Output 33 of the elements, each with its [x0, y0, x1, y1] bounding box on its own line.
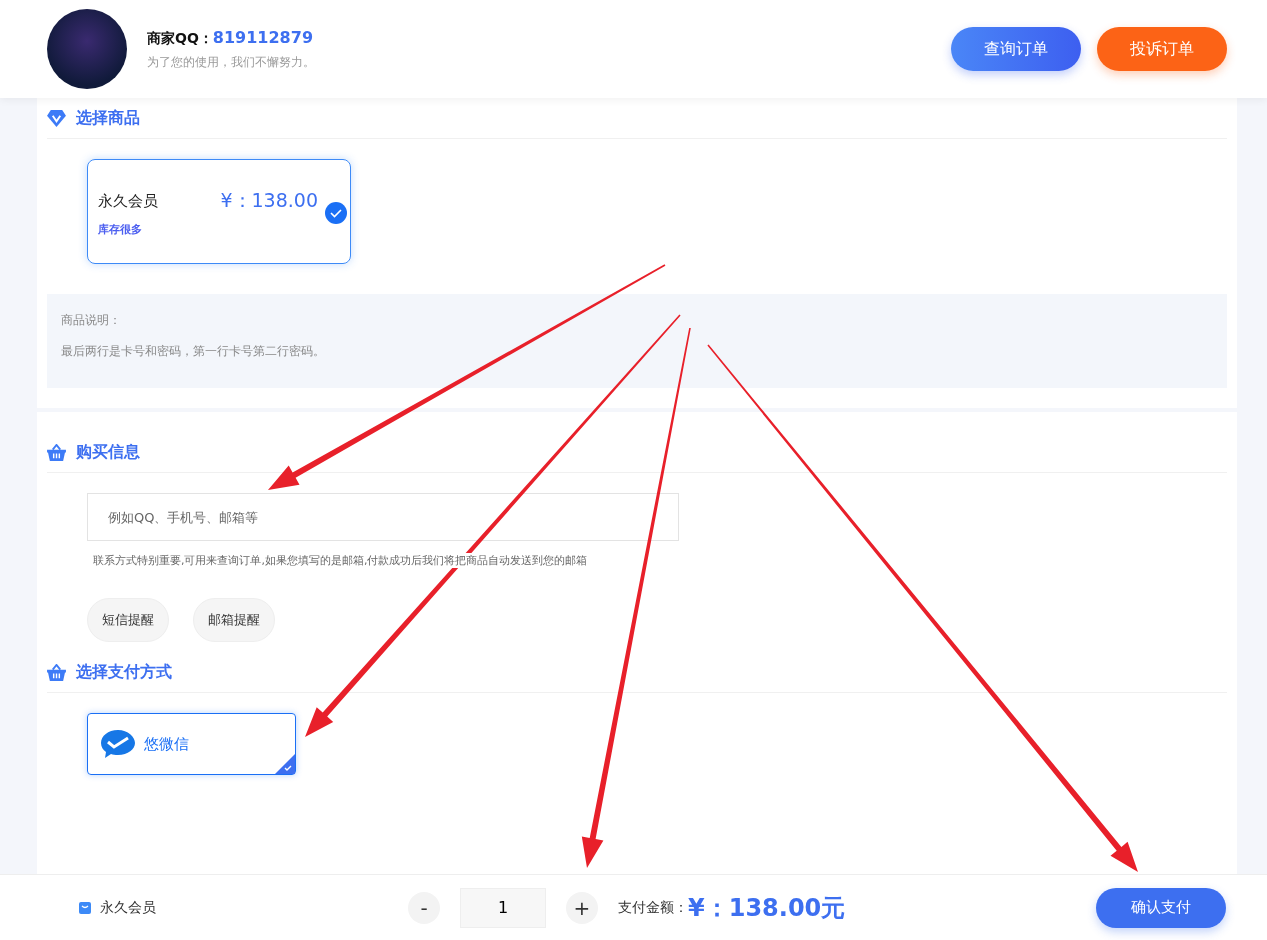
- slogan: 为了您的使用，我们不懈努力。: [147, 53, 315, 71]
- description-label: 商品说明：: [61, 312, 122, 329]
- decrease-button[interactable]: -: [408, 891, 440, 924]
- bag-icon: [78, 900, 92, 915]
- merchant-label: 商家QQ：: [147, 29, 213, 48]
- amount-value: ¥：138.00元: [688, 892, 846, 924]
- stock-label: 库存很多: [98, 222, 143, 237]
- query-button[interactable]: 查询订单: [951, 27, 1081, 71]
- payment-name: 悠微信: [144, 734, 189, 754]
- merchant-qq: 819112879: [212, 27, 313, 47]
- chat-bubble-check-icon: [100, 728, 136, 760]
- reminder-toggle[interactable]: 短信提醒: [87, 598, 169, 642]
- product-name: 永久会员: [98, 191, 158, 211]
- section-title: 选择支付方式: [76, 661, 172, 683]
- product-price: ¥：138.00: [220, 188, 318, 213]
- product-card[interactable]: 永久会员 ¥：138.00 库存很多: [87, 159, 351, 264]
- corner-check-icon: [275, 754, 295, 774]
- check-icon: [325, 202, 347, 224]
- contact-hint: 联系方式特别重要,可用来查询订单,如果您填写的是邮箱,付款成功后我们将把商品自动发送到您的邮箱: [93, 553, 588, 568]
- payment-option[interactable]: 悠微信: [87, 713, 296, 775]
- section-title: 购买信息: [76, 441, 140, 463]
- description-text: 最后两行是卡号和密码，第一行卡号第二行密码。: [61, 343, 326, 360]
- section-title: 选择商品: [76, 107, 140, 129]
- increase-button[interactable]: +: [566, 891, 598, 924]
- confirm-pay-button[interactable]: 确认支付: [1096, 887, 1226, 928]
- amount-label: 支付金额：: [618, 898, 688, 917]
- reminder-toggle[interactable]: 邮箱提醒: [193, 598, 275, 642]
- diamond-icon: [47, 109, 66, 127]
- product-name: 永久会员: [100, 898, 156, 917]
- basket-icon: [47, 443, 66, 461]
- quantity-field[interactable]: 1: [460, 887, 546, 928]
- basket-icon: [47, 663, 66, 681]
- contact-field[interactable]: 例如QQ、手机号、邮箱等: [87, 493, 679, 541]
